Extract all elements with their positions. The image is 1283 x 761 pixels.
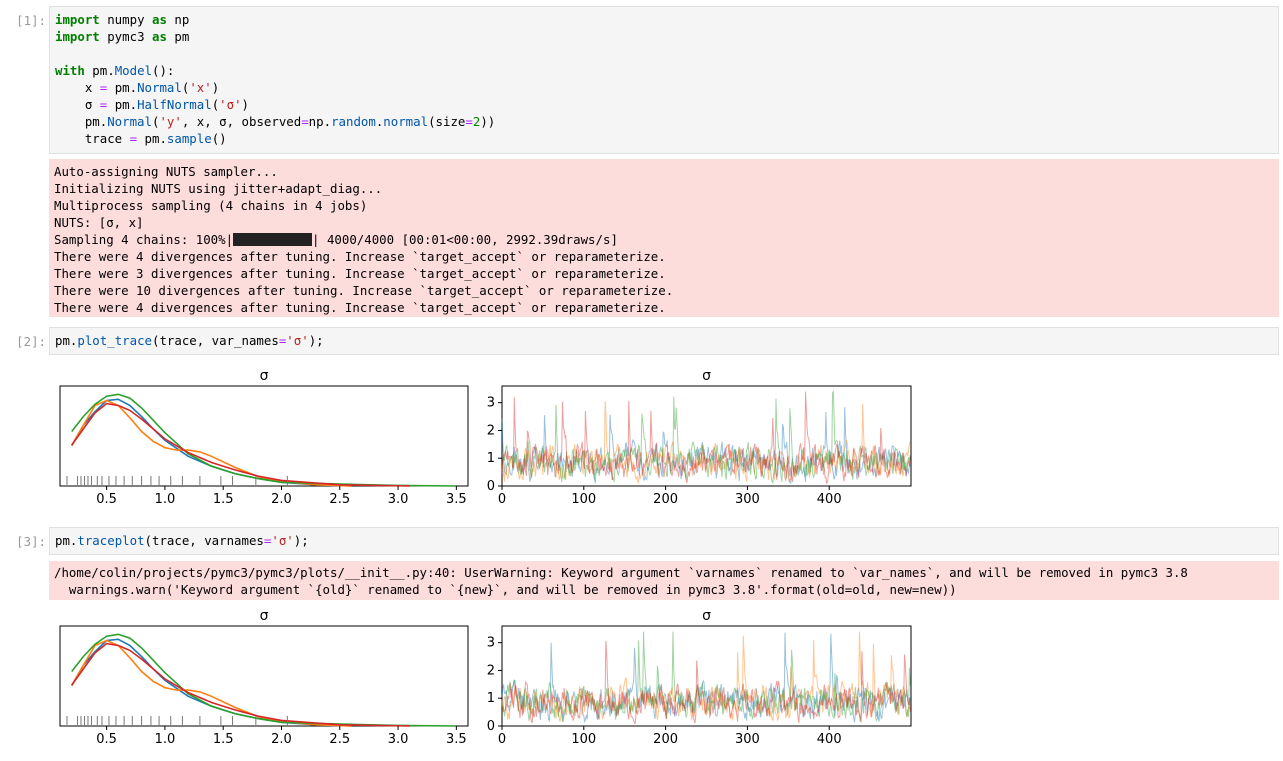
x-tick-label: 1.0 <box>155 492 176 507</box>
stderr-line: Multiprocess sampling (4 chains in 4 job… <box>54 198 368 213</box>
stderr-line: warnings.warn('Keyword argument `{old}` … <box>54 582 957 597</box>
stderr-line: /home/colin/projects/pymc3/pymc3/plots/_… <box>54 565 1188 580</box>
x-tick-label: 400 <box>817 492 842 507</box>
progress-prefix: Sampling 4 chains: 100%| <box>54 232 234 247</box>
chart-title: σ <box>702 368 711 384</box>
code-line: σ = pm.HalfNormal('σ') <box>55 97 250 112</box>
x-tick-label: 100 <box>571 732 596 747</box>
kde-panel: σ 0.5 1.0 1.5 2.0 2.5 3.0 3.5 <box>59 608 469 747</box>
code-line: x = pm.Normal('x') <box>55 80 220 95</box>
code-line: pm.traceplot(trace, varnames='σ'); <box>55 533 309 548</box>
y-tick-label: 2 <box>487 423 495 438</box>
y-tick-label: 0 <box>487 719 495 734</box>
x-tick-label: 3.5 <box>446 732 467 747</box>
kde-panel: σ 0.5 1.0 1.5 2.0 2.5 3.0 3.5 <box>59 368 469 507</box>
trace-plot-figure-1: σ 0.5 1.0 1.5 2.0 2.5 3.0 3.5 σ 0 100 200 300 400 0 1 2… <box>59 368 912 507</box>
x-tick-label: 1.5 <box>213 492 234 507</box>
code-line: with pm.Model(): <box>55 63 175 78</box>
y-tick-label: 1 <box>487 451 495 466</box>
x-tick-label: 1.5 <box>213 732 234 747</box>
trace-panel: σ 0 100 200 300 400 0 1 2 3 <box>487 368 912 507</box>
x-tick-label: 300 <box>735 492 760 507</box>
cell-3-stderr-output: /home/colin/projects/pymc3/pymc3/plots/_… <box>49 561 1279 600</box>
x-tick-label: 0 <box>498 492 506 507</box>
x-tick-label: 2.0 <box>271 492 292 507</box>
cell-2-code-input[interactable]: pm.plot_trace(trace, var_names='σ'); <box>49 327 1279 355</box>
x-tick-label: 3.5 <box>446 492 467 507</box>
cell-3-prompt: [3]: <box>16 534 46 549</box>
cell-3-code-input[interactable]: pm.traceplot(trace, varnames='σ'); <box>49 527 1279 555</box>
chart-title: σ <box>260 608 269 624</box>
code-line: import pymc3 as pm <box>55 29 190 44</box>
x-tick-label: 100 <box>571 492 596 507</box>
stderr-line: There were 3 divergences after tuning. I… <box>54 266 666 281</box>
x-tick-label: 300 <box>735 732 760 747</box>
x-tick-label: 3.0 <box>388 492 409 507</box>
y-tick-label: 0 <box>487 479 495 494</box>
stderr-line: There were 4 divergences after tuning. I… <box>54 300 666 315</box>
cell-1-prompt: [1]: <box>16 13 46 28</box>
cell-1-stderr-output: Auto-assigning NUTS sampler... Initializ… <box>49 159 1279 317</box>
code-line: trace = pm.sample() <box>55 131 227 146</box>
x-tick-label: 2.5 <box>329 732 350 747</box>
chart-title: σ <box>260 368 269 384</box>
code-line: import numpy as np <box>55 12 190 27</box>
chart-title: σ <box>702 608 711 624</box>
progress-line: Sampling 4 chains: 100%| | 4000/4000 [00:… <box>54 231 1274 248</box>
cell-1-code-input[interactable]: import numpy as np import pymc3 as pm wi… <box>49 6 1279 154</box>
cell-2-prompt: [2]: <box>16 334 46 349</box>
x-tick-label: 0 <box>498 732 506 747</box>
trace-plot-figure-2: σ 0.5 1.0 1.5 2.0 2.5 3.0 3.5 σ 0 100 200 300 400 0 1 2… <box>59 608 912 747</box>
stderr-line: Initializing NUTS using jitter+adapt_dia… <box>54 181 383 196</box>
stderr-line: Auto-assigning NUTS sampler... <box>54 164 278 179</box>
stderr-line: There were 4 divergences after tuning. I… <box>54 249 666 264</box>
x-tick-label: 0.5 <box>96 732 117 747</box>
stderr-line: There were 10 divergences after tuning. … <box>54 283 674 298</box>
code-line: pm.plot_trace(trace, var_names='σ'); <box>55 333 324 348</box>
trace-panel: σ 0 100 200 300 400 0 1 2 3 <box>487 608 912 747</box>
x-tick-label: 2.0 <box>271 732 292 747</box>
stderr-line: NUTS: [σ, x] <box>54 215 144 230</box>
x-tick-label: 200 <box>653 732 678 747</box>
y-tick-label: 3 <box>487 396 495 411</box>
x-tick-label: 2.5 <box>329 492 350 507</box>
x-tick-label: 3.0 <box>388 732 409 747</box>
x-tick-label: 0.5 <box>96 492 117 507</box>
y-tick-label: 1 <box>487 691 495 706</box>
y-tick-label: 2 <box>487 663 495 678</box>
x-tick-label: 200 <box>653 492 678 507</box>
code-line: pm.Normal('y', x, σ, observed=np.random.… <box>55 114 496 129</box>
progress-bar <box>233 233 313 246</box>
x-tick-label: 400 <box>817 732 842 747</box>
y-tick-label: 3 <box>487 636 495 651</box>
x-tick-label: 1.0 <box>155 732 176 747</box>
progress-suffix: | 4000/4000 [00:01<00:00, 2992.39draws/s… <box>312 232 618 247</box>
